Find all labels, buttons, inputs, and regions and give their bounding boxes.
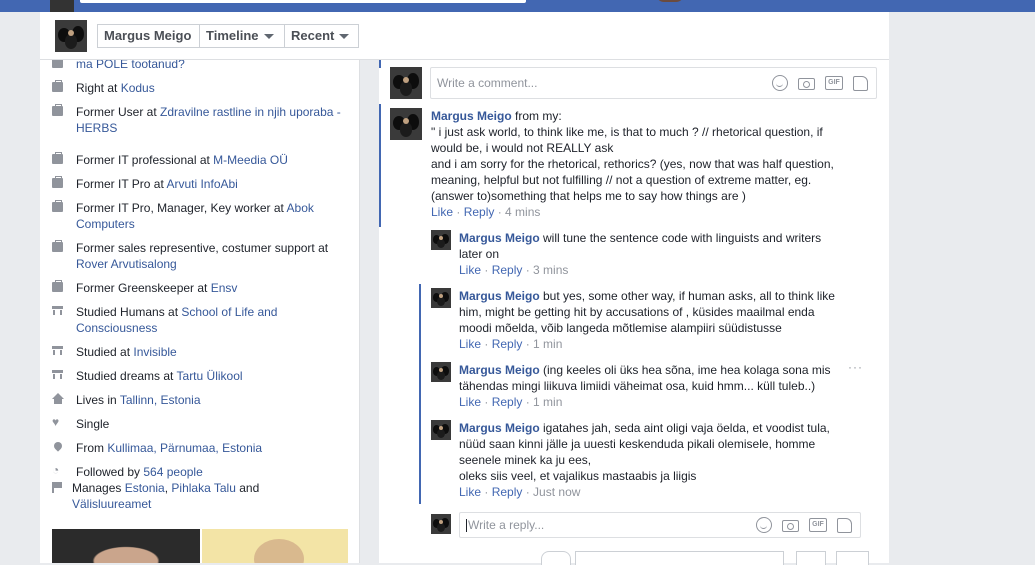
featured-photo-2[interactable] bbox=[202, 529, 348, 563]
more-options-icon[interactable]: ··· bbox=[848, 360, 863, 374]
manages-link-pihlaka-talu[interactable]: Pihlaka Talu bbox=[171, 481, 236, 495]
reply-avatar[interactable] bbox=[431, 362, 451, 382]
profile-name-button[interactable]: Margus Meigo bbox=[97, 24, 200, 48]
emoji-icon[interactable] bbox=[756, 517, 772, 533]
intro-item-link[interactable]: Ensv bbox=[211, 281, 238, 295]
reply-input[interactable]: Write a reply... GIF bbox=[459, 512, 861, 538]
comments-panel: Write a comment... GIF Margus Meigo from… bbox=[379, 60, 889, 563]
chevron-down-icon bbox=[339, 34, 350, 40]
thread-line bbox=[379, 60, 381, 68]
gif-icon[interactable]: GIF bbox=[809, 518, 827, 532]
gif-icon[interactable]: GIF bbox=[825, 76, 843, 90]
reply-link[interactable]: Reply bbox=[492, 485, 523, 499]
nav-profile-picture[interactable] bbox=[656, 0, 684, 2]
top-navigation-bar bbox=[0, 0, 1035, 12]
briefcase-icon bbox=[52, 80, 63, 92]
intro-item-link[interactable]: Kodus bbox=[121, 81, 155, 95]
chevron-down-icon bbox=[263, 34, 274, 40]
reply-timestamp[interactable]: 1 min bbox=[533, 395, 562, 409]
briefcase-icon bbox=[52, 60, 63, 68]
intro-item-link[interactable]: Tallinn, Estonia bbox=[120, 393, 201, 407]
sticker-icon[interactable] bbox=[837, 517, 852, 533]
briefcase-icon bbox=[52, 200, 63, 212]
reply-timestamp[interactable]: 3 mins bbox=[533, 263, 568, 277]
briefcase-icon bbox=[52, 152, 63, 164]
timeline-dropdown[interactable]: Timeline bbox=[199, 24, 285, 48]
manages-link-estonia[interactable]: Estonia bbox=[125, 481, 165, 495]
reply-avatar[interactable] bbox=[431, 420, 451, 440]
location-pin-icon bbox=[52, 440, 64, 452]
manages-link-valisluureamet[interactable]: Välisluureamet bbox=[72, 497, 151, 511]
reply-avatar[interactable] bbox=[431, 230, 451, 250]
intro-item-link[interactable]: Rover Arvutisalong bbox=[76, 257, 177, 271]
search-input[interactable] bbox=[80, 0, 526, 3]
intro-item-link[interactable]: Arvuti InfoAbi bbox=[166, 177, 237, 191]
rss-icon: ◔ bbox=[52, 463, 60, 477]
camera-icon[interactable] bbox=[798, 78, 815, 90]
emoji-icon[interactable] bbox=[772, 75, 788, 91]
reply-thread-line bbox=[419, 284, 421, 504]
like-link[interactable]: Like bbox=[431, 205, 453, 219]
sticker-icon[interactable] bbox=[853, 75, 868, 91]
comment-input[interactable]: Write a comment... GIF bbox=[430, 67, 877, 99]
intro-panel: ma POLE tootanud? Right at Kodus Former Us… bbox=[40, 60, 360, 563]
reply-author[interactable]: Margus Meigo bbox=[459, 363, 540, 377]
home-icon bbox=[52, 393, 64, 404]
comment-author[interactable]: Margus Meigo bbox=[431, 109, 512, 123]
briefcase-icon bbox=[52, 280, 63, 292]
flag-icon bbox=[52, 482, 62, 493]
reply-timestamp[interactable]: 1 min bbox=[533, 337, 562, 351]
intro-item-link[interactable]: ma POLE tootanud? bbox=[76, 60, 185, 71]
intro-item-link[interactable]: M-Meedia OÜ bbox=[213, 153, 288, 167]
comment: Margus Meigo from my: " i just ask world… bbox=[431, 109, 834, 219]
comment-timestamp[interactable]: 4 mins bbox=[505, 205, 540, 219]
reply-link[interactable]: Reply bbox=[464, 205, 495, 219]
heart-icon: ♥ bbox=[52, 415, 60, 429]
camera-icon[interactable] bbox=[782, 520, 799, 532]
intro-item-link[interactable]: Tartu Ülikool bbox=[177, 369, 243, 383]
timeline-sticky-header: Margus Meigo Timeline Recent bbox=[40, 12, 889, 60]
featured-photo-1[interactable] bbox=[52, 529, 200, 563]
reply-author[interactable]: Margus Meigo bbox=[459, 289, 540, 303]
reply-avatar[interactable] bbox=[431, 288, 451, 308]
recent-dropdown[interactable]: Recent bbox=[284, 24, 359, 48]
briefcase-icon bbox=[52, 240, 63, 252]
intro-item-link[interactable]: 564 people bbox=[143, 465, 202, 479]
briefcase-icon bbox=[52, 176, 63, 188]
thread-line bbox=[379, 104, 381, 227]
reply: Margus Meigo (ing keeles oli üks hea sõn… bbox=[459, 363, 831, 409]
school-icon bbox=[52, 346, 63, 356]
reply-author[interactable]: Margus Meigo bbox=[459, 231, 540, 245]
commenter-avatar[interactable] bbox=[390, 67, 422, 99]
comment-avatar[interactable] bbox=[390, 108, 422, 140]
like-link[interactable]: Like bbox=[459, 485, 481, 499]
school-icon bbox=[52, 306, 63, 316]
intro-item-link[interactable]: Kullimaa, Pärnumaa, Estonia bbox=[107, 441, 262, 455]
reply-link[interactable]: Reply bbox=[492, 263, 523, 277]
nav-avatar[interactable] bbox=[50, 0, 74, 12]
school-icon bbox=[52, 370, 63, 380]
reply: Margus Meigo will tune the sentence code… bbox=[459, 231, 822, 277]
replier-avatar[interactable] bbox=[431, 514, 451, 534]
reply-link[interactable]: Reply bbox=[492, 337, 523, 351]
text-cursor bbox=[466, 519, 467, 533]
reply-link[interactable]: Reply bbox=[492, 395, 523, 409]
reply: Margus Meigo igatahes jah, seda aint oli… bbox=[459, 421, 830, 499]
reply-author[interactable]: Margus Meigo bbox=[459, 421, 540, 435]
reply: Margus Meigo but yes, some other way, if… bbox=[459, 289, 835, 351]
like-link[interactable]: Like bbox=[459, 337, 481, 351]
right-column bbox=[889, 12, 1035, 563]
like-link[interactable]: Like bbox=[459, 395, 481, 409]
like-link[interactable]: Like bbox=[459, 263, 481, 277]
reply-timestamp[interactable]: Just now bbox=[533, 485, 580, 499]
briefcase-icon bbox=[52, 104, 63, 116]
intro-item-link[interactable]: Invisible bbox=[133, 345, 176, 359]
profile-picture[interactable] bbox=[55, 20, 87, 52]
